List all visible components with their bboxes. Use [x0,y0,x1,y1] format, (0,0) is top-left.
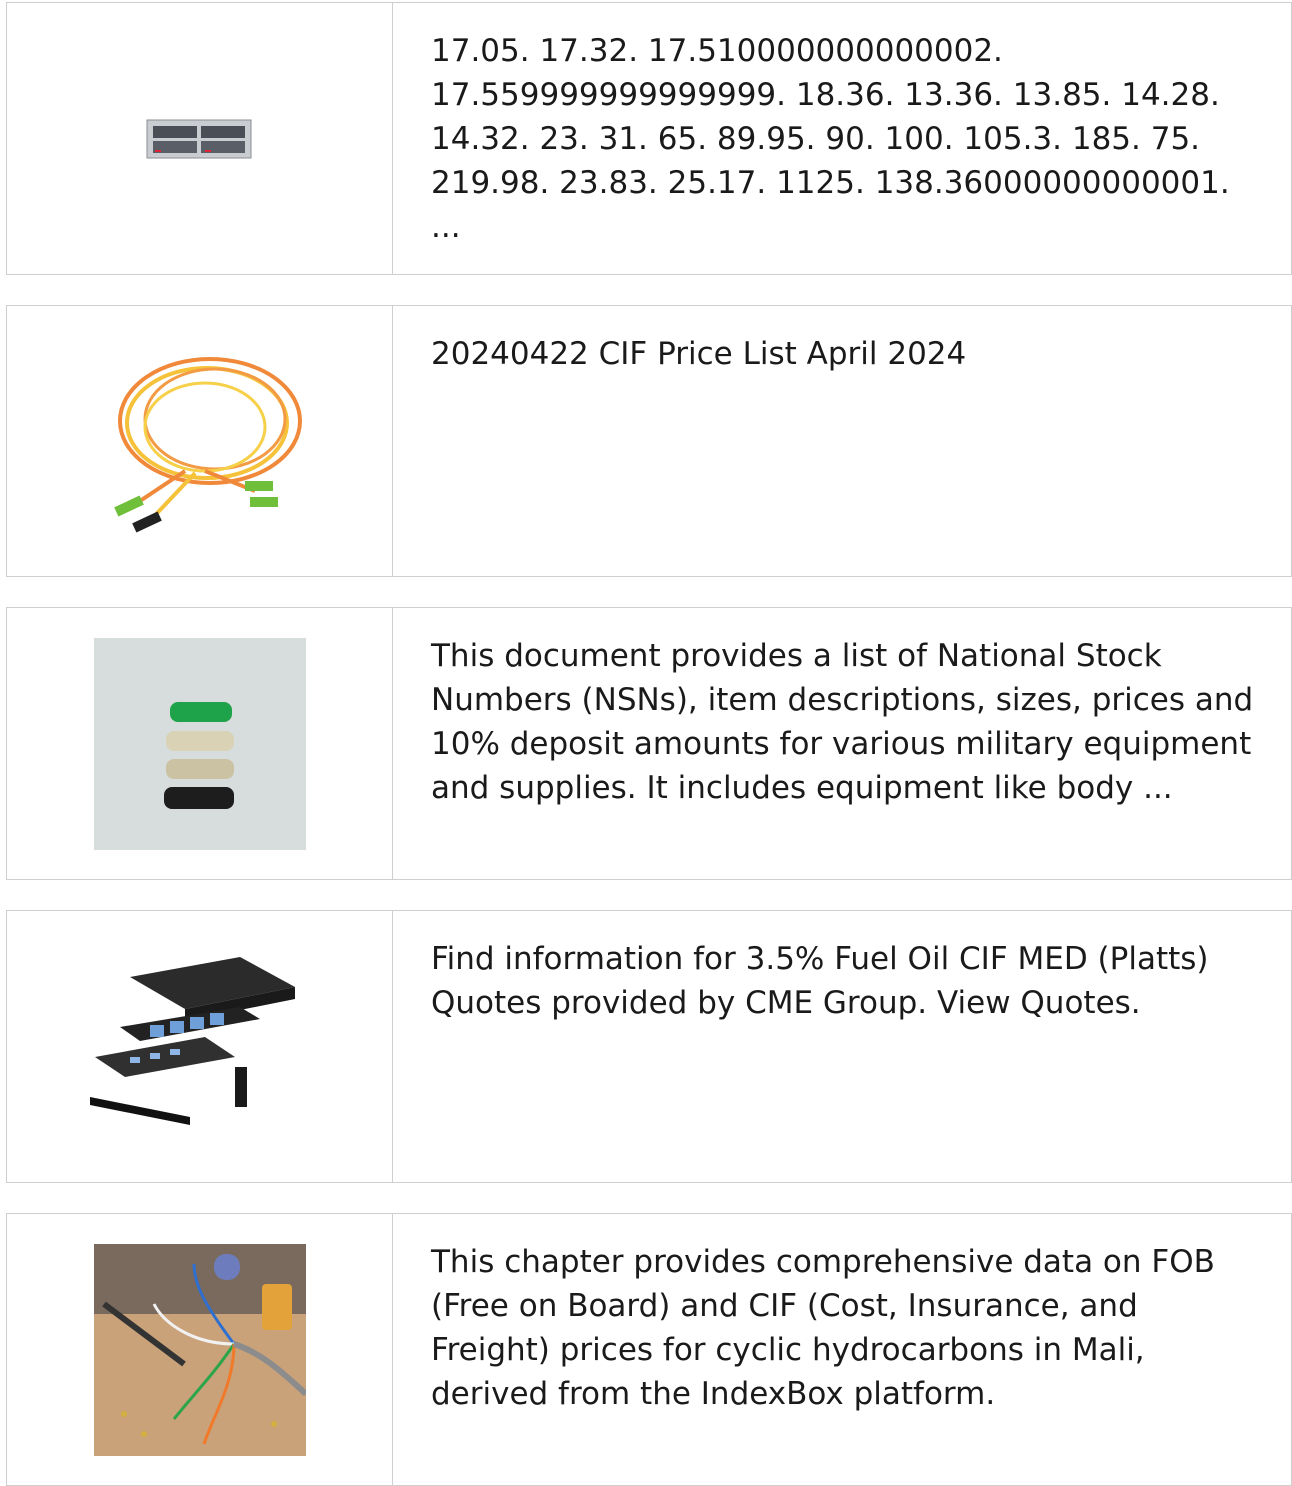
result-thumbnail[interactable] [7,306,393,576]
result-card[interactable]: This document provides a list of Nationa… [6,607,1292,880]
result-snippet: This document provides a list of Nationa… [431,638,1254,806]
result-snippet: This chapter provides comprehensive data… [431,1244,1215,1412]
result-card[interactable]: 17.05. 17.32. 17.510000000000002. 17.559… [6,2,1292,275]
network-switch-module-image [146,119,251,158]
result-thumbnail[interactable] [7,608,393,879]
fiber-patch-panel-enclosure-image [89,956,295,1125]
result-snippet: 17.05. 17.32. 17.510000000000002. 17.559… [431,33,1230,245]
result-thumbnail[interactable] [7,911,393,1182]
result-card[interactable]: 20240422 CIF Price List April 2024 [6,305,1292,577]
result-snippet: 20240422 CIF Price List April 2024 [431,336,967,372]
fiber-optic-patch-cable-image [113,357,302,533]
wires-on-workbench-image [93,1243,306,1456]
result-card[interactable]: Find information for 3.5% Fuel Oil CIF M… [6,910,1292,1183]
result-card[interactable]: This chapter provides comprehensive data… [6,1213,1292,1486]
result-thumbnail[interactable] [7,1214,393,1485]
connector-boot-sleeves-image [93,637,306,850]
result-snippet: Find information for 3.5% Fuel Oil CIF M… [431,941,1209,1021]
result-thumbnail[interactable] [7,3,393,274]
